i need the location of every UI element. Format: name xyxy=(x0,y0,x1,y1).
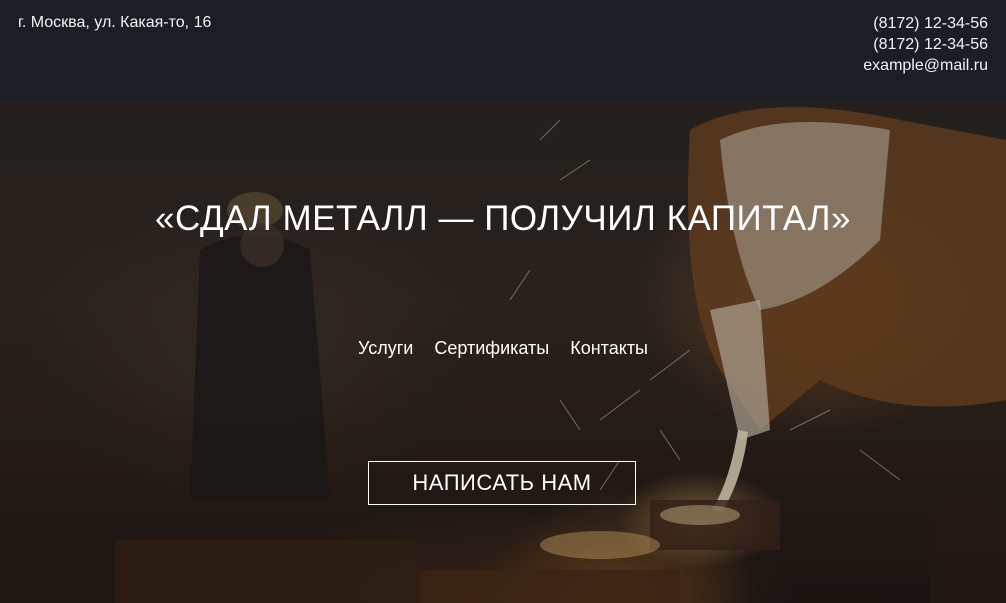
write-us-button[interactable]: НАПИСАТЬ НАМ xyxy=(368,461,636,505)
landing-page: г. Москва, ул. Какая-то, 16 (8172) 12-34… xyxy=(0,0,1006,603)
nav-item-certificates[interactable]: Сертификаты xyxy=(434,338,549,358)
phone-link-1[interactable]: (8172) 12-34-56 xyxy=(863,13,988,34)
hero-section: «СДАЛ МЕТАЛЛ — ПОЛУЧИЛ КАПИТАЛ» Услуги С… xyxy=(0,100,1006,603)
email-link[interactable]: example@mail.ru xyxy=(863,55,988,76)
contacts-block: (8172) 12-34-56 (8172) 12-34-56 example@… xyxy=(863,13,988,76)
nav-item-contacts[interactable]: Контакты xyxy=(570,338,648,358)
contact-bar: г. Москва, ул. Какая-то, 16 (8172) 12-34… xyxy=(0,0,1006,100)
nav-item-services[interactable]: Услуги xyxy=(358,338,413,358)
address-text: г. Москва, ул. Какая-то, 16 xyxy=(18,14,212,31)
main-nav: Услуги Сертификаты Контакты xyxy=(0,338,1006,359)
hero-headline: «СДАЛ МЕТАЛЛ — ПОЛУЧИЛ КАПИТАЛ» xyxy=(155,199,851,238)
phone-link-2[interactable]: (8172) 12-34-56 xyxy=(863,34,988,55)
